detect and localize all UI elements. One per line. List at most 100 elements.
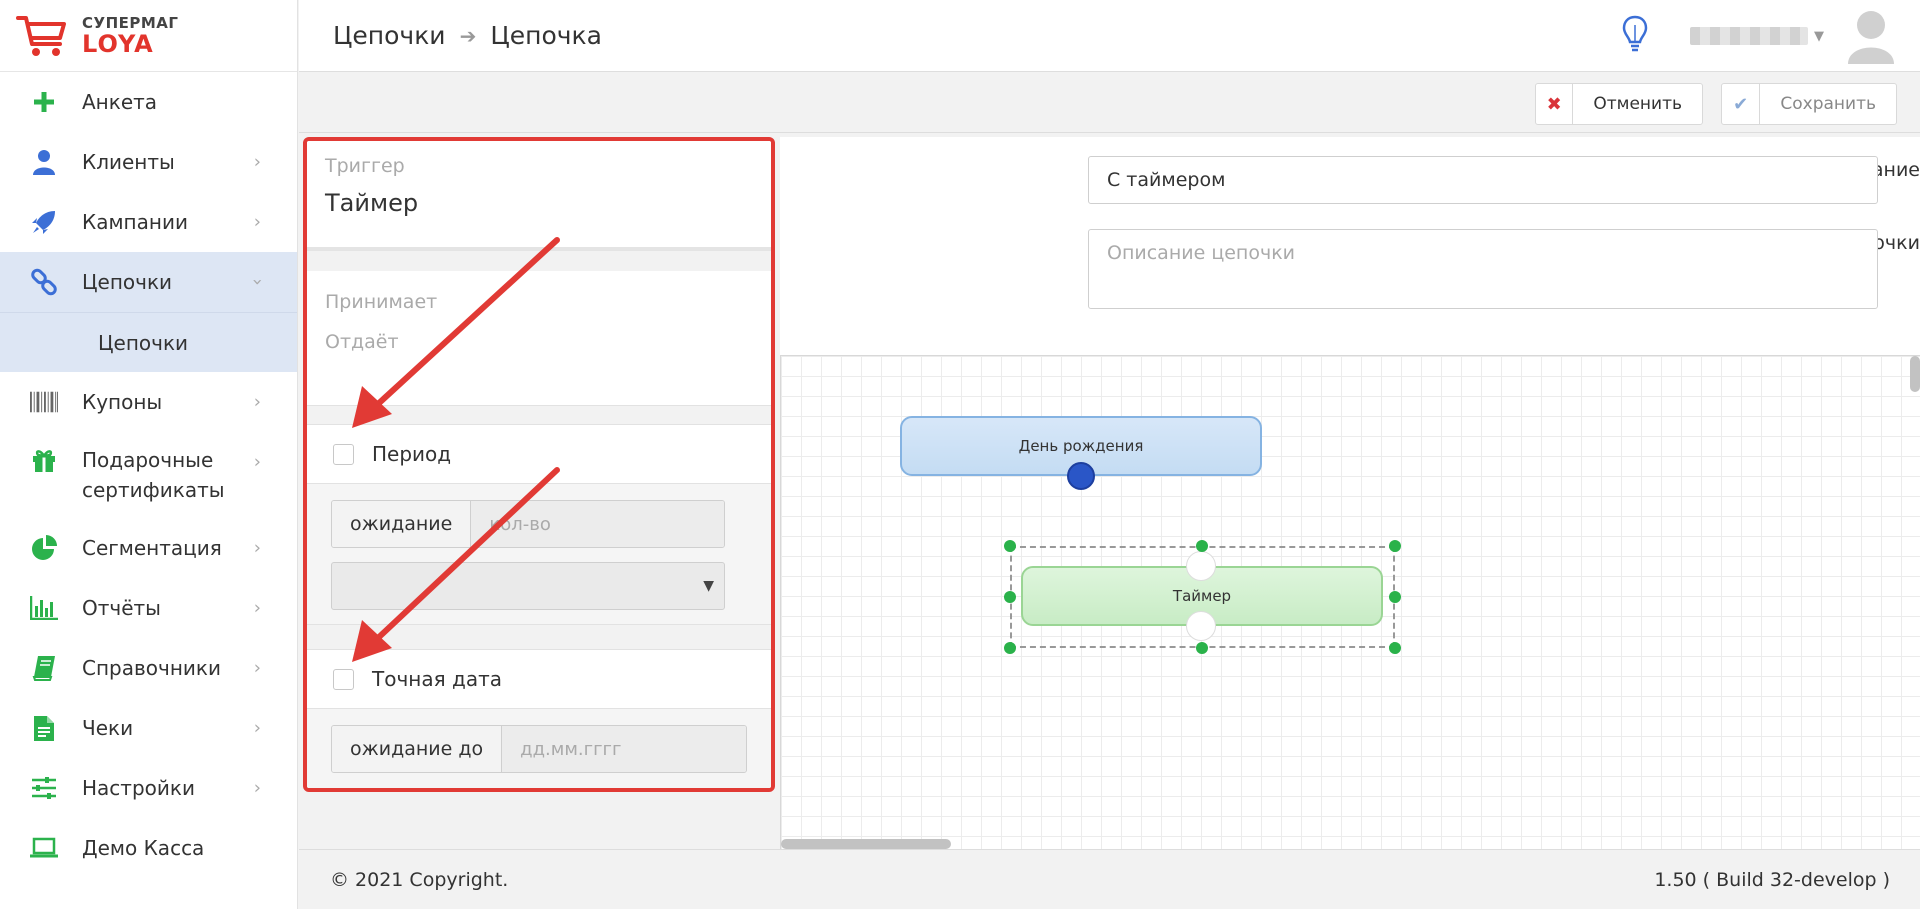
caret-down-icon[interactable]: ▼ — [1814, 29, 1824, 44]
logo-top-text: СУПЕРМАГ — [82, 13, 179, 32]
resize-handle[interactable] — [1004, 642, 1016, 654]
chevron-right-icon: › — [253, 391, 261, 413]
wait-until-input-group: ожидание до дд.мм.гггг — [331, 725, 747, 773]
chevron-right-icon: › — [253, 537, 261, 559]
sidebar-item-label: Чеки — [82, 716, 134, 740]
sidebar-item-settings[interactable]: Настройки › — [0, 758, 297, 818]
sidebar-item-coupons[interactable]: Купоны › — [0, 372, 297, 432]
resize-handle[interactable] — [1004, 540, 1016, 552]
period-checkbox[interactable] — [333, 443, 354, 465]
exact-date-checkbox[interactable] — [333, 668, 354, 690]
copyright: © 2021 Copyright. — [330, 868, 509, 891]
vertical-scrollbar[interactable] — [1910, 356, 1920, 392]
chain-canvas[interactable]: День рождения Таймер — [780, 355, 1920, 849]
breadcrumb: Цепочки ➔ Цепочка — [333, 21, 602, 50]
submenu-item-chains[interactable]: Цепочки — [0, 312, 297, 372]
resize-handle[interactable] — [1004, 591, 1016, 603]
period-fields: ожидание кол-во ▼ — [307, 484, 771, 625]
lightbulb-icon[interactable] — [1622, 15, 1648, 57]
save-button-label: Сохранить — [1780, 94, 1876, 114]
accepts-label: Принимает — [325, 291, 438, 313]
resize-handle[interactable] — [1196, 540, 1208, 552]
resize-handle[interactable] — [1389, 642, 1401, 654]
sidebar-item-label: Кампании — [82, 210, 188, 234]
breadcrumb-arrow-icon: ➔ — [459, 23, 477, 48]
sidebar: СУПЕРМАГ LOYA Анкета Клиенты › Кампании … — [0, 0, 298, 909]
sidebar-item-demo-pos[interactable]: Демо Касса — [0, 818, 297, 878]
sidebar-item-campaigns[interactable]: Кампании › — [0, 192, 297, 252]
receipt-icon — [30, 714, 58, 742]
description-textarea[interactable]: Описание цепочки — [1088, 229, 1878, 309]
gift-icon — [30, 446, 58, 474]
sidebar-item-reports[interactable]: Отчёты › — [0, 578, 297, 638]
sidebar-item-segmentation[interactable]: Сегментация › — [0, 518, 297, 578]
sidebar-item-label: Настройки — [82, 776, 195, 800]
io-section: Принимает Отдаёт — [307, 271, 771, 406]
rocket-icon — [30, 208, 58, 236]
sidebar-item-label: Демо Касса — [82, 836, 205, 860]
footer: © 2021 Copyright. 1.50 ( Build 32-develo… — [299, 849, 1920, 909]
sidebar-item-receipts[interactable]: Чеки › — [0, 698, 297, 758]
logo[interactable]: СУПЕРМАГ LOYA — [0, 0, 297, 72]
wait-count-input[interactable]: кол-во — [471, 501, 724, 547]
date-input[interactable]: дд.мм.гггг — [502, 726, 746, 772]
check-icon: ✔ — [1722, 84, 1761, 124]
close-icon: ✖ — [1536, 84, 1574, 124]
chevron-down-icon: › — [246, 278, 268, 286]
trigger-label: Триггер — [325, 155, 405, 177]
exact-date-row: Точная дата — [307, 649, 771, 709]
chevron-right-icon: › — [253, 151, 261, 173]
sidebar-item-label: Подарочные сертификаты — [82, 448, 225, 502]
sidebar-item-questionnaire[interactable]: Анкета — [0, 72, 297, 132]
version: 1.50 ( Build 32-develop ) — [1654, 868, 1890, 891]
book-icon — [30, 654, 58, 682]
barcode-icon — [30, 388, 58, 416]
breadcrumb-item-chains[interactable]: Цепочки — [333, 21, 446, 50]
caret-down-icon: ▼ — [703, 578, 714, 594]
sidebar-item-label: Справочники — [82, 656, 221, 680]
chevron-right-icon: › — [253, 717, 261, 739]
pie-chart-icon — [30, 534, 58, 562]
output-port[interactable] — [1067, 462, 1095, 490]
chevron-right-icon: › — [253, 597, 261, 619]
wait-until-addon: ожидание до — [332, 726, 503, 772]
period-unit-select[interactable]: ▼ — [331, 562, 725, 610]
exact-date-label: Точная дата — [372, 667, 502, 691]
resize-handle[interactable] — [1389, 540, 1401, 552]
chevron-right-icon: › — [253, 777, 261, 799]
wait-input-group: ожидание кол-во — [331, 500, 725, 548]
sidebar-menu: Анкета Клиенты › Кампании › Цепочки › Це… — [0, 72, 297, 878]
node-properties-panel: Триггер Таймер Принимает Отдаёт Период о… — [303, 137, 775, 792]
cancel-button[interactable]: ✖ Отменить — [1535, 83, 1703, 125]
chevron-right-icon: › — [253, 211, 261, 233]
name-input[interactable]: С таймером — [1088, 156, 1878, 204]
header: Цепочки ➔ Цепочка ▼ — [299, 0, 1920, 72]
chain-icon — [30, 268, 58, 296]
shopping-cart-icon — [16, 15, 66, 56]
chain-form: Название С таймером Описание цепочки Опи… — [780, 137, 1920, 355]
toolbar: ✖ Отменить ✔ Сохранить — [299, 73, 1920, 133]
resize-handle[interactable] — [1196, 642, 1208, 654]
sidebar-item-label: Купоны — [82, 390, 163, 414]
horizontal-scrollbar[interactable] — [781, 839, 951, 849]
laptop-icon — [30, 834, 58, 862]
user-name[interactable] — [1690, 27, 1808, 45]
sidebar-item-clients[interactable]: Клиенты › — [0, 132, 297, 192]
node-birthday-label: День рождения — [1018, 437, 1144, 455]
sidebar-item-directories[interactable]: Справочники › — [0, 638, 297, 698]
exact-date-fields: ожидание до дд.мм.гггг — [307, 709, 771, 788]
period-label: Период — [372, 442, 452, 466]
avatar[interactable] — [1846, 8, 1896, 64]
sidebar-item-gift-cards[interactable]: Подарочные сертификаты › — [0, 432, 297, 518]
gives-label: Отдаёт — [325, 331, 399, 353]
chevron-right-icon: › — [253, 451, 261, 473]
logo-bottom-text: LOYA — [82, 29, 154, 58]
breadcrumb-item-chain: Цепочка — [490, 21, 602, 50]
cancel-button-label: Отменить — [1593, 94, 1682, 114]
save-button[interactable]: ✔ Сохранить — [1721, 83, 1897, 125]
user-icon — [30, 148, 58, 176]
trigger-name: Таймер — [325, 189, 419, 217]
period-row: Период — [307, 424, 771, 484]
sidebar-item-chains[interactable]: Цепочки › — [0, 252, 297, 312]
resize-handle[interactable] — [1389, 591, 1401, 603]
